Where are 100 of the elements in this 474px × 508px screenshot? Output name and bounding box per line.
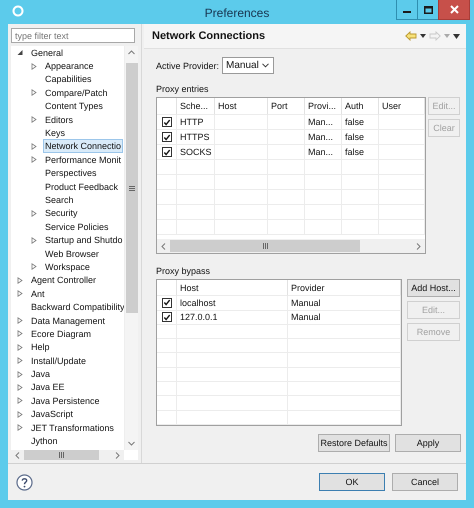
page-title: Network Connections [152,30,266,42]
table-cell: 127.0.0.1 [177,310,288,325]
triangle-icon[interactable] [17,397,23,404]
tree-item[interactable]: Jython [29,434,60,448]
table-cell [379,130,425,145]
tree-item[interactable]: Java EE [29,380,67,394]
checkbox[interactable] [162,312,172,322]
scrollbar[interactable] [157,239,425,253]
column-header[interactable]: User [379,98,425,115]
table-button[interactable]: Add Host... [407,279,460,297]
tree-item[interactable]: Search [43,193,76,207]
triangle-icon[interactable] [17,410,23,418]
caret-icon[interactable] [420,34,426,38]
dialog-button[interactable]: OK [319,473,385,491]
column-header[interactable]: Provi... [305,98,342,115]
tree-item[interactable]: Agent Controller [29,273,98,288]
triangle-icon[interactable] [31,62,37,70]
tree-item[interactable]: Java Persistence [29,394,102,408]
column-header[interactable]: Port [268,98,305,115]
menu-caret-icon[interactable] [453,34,460,38]
tree-item[interactable]: General [29,46,66,60]
table-cell [379,220,425,235]
tree-item[interactable]: Ant [29,286,47,301]
column-header[interactable]: Host [215,98,268,115]
checkbox[interactable] [162,132,172,142]
scroll-down-icon[interactable] [128,441,135,446]
tree-item[interactable]: Appearance [43,59,96,74]
tree-item[interactable]: Web Browser [43,246,101,261]
page-button[interactable]: Restore Defaults [318,434,390,452]
table-cell: SOCKS [177,145,215,160]
minimize-button[interactable] [396,0,418,20]
tree-item[interactable]: Performance Monit [43,152,124,167]
triangle-icon[interactable] [17,317,23,324]
triangle-icon[interactable] [17,424,23,432]
column-header[interactable]: Auth [342,98,379,115]
table-cell [157,175,177,190]
tree-item[interactable]: Content Types [43,99,105,114]
tree-item[interactable]: Java [29,367,52,382]
triangle-icon[interactable] [17,384,23,391]
scrollbar[interactable] [11,450,124,460]
tree-item[interactable]: Install/Update [29,354,88,368]
triangle-icon[interactable] [31,156,37,164]
tree-item[interactable]: Startup and Shutdo [43,233,124,248]
table-cell: false [342,130,379,145]
triangle-icon[interactable] [31,89,37,96]
tree-item[interactable]: Perspectives [43,166,99,180]
tree-item[interactable]: Help [29,340,52,354]
column-header[interactable]: Host [177,280,288,296]
dialog-button[interactable]: Cancel [392,473,458,491]
table-cell: false [342,115,379,130]
scroll-thumb[interactable] [170,240,360,252]
triangle-icon[interactable] [17,357,23,364]
tree-item[interactable]: Network Connectio [43,139,124,154]
table-cell: Man... [305,115,342,130]
tree-item[interactable]: Keys [43,126,68,140]
checkbox[interactable] [162,117,172,127]
triangle-icon[interactable] [31,116,37,124]
triangle-icon[interactable] [17,330,23,338]
scrollbar[interactable] [124,46,138,450]
table-cell: HTTP [177,115,215,130]
scroll-right-icon[interactable] [416,242,421,250]
triangle-icon[interactable] [17,344,23,351]
checkbox[interactable] [162,298,172,308]
tree-item[interactable]: Data Management [29,314,108,328]
triangle-icon[interactable] [31,210,37,217]
table-cell: Man... [305,130,342,145]
triangle-icon[interactable] [17,290,23,298]
triangle-icon[interactable] [31,263,37,270]
triangle-icon[interactable] [17,370,23,378]
triangle-icon[interactable] [17,49,23,56]
tree-item[interactable]: Ecore Diagram [29,326,94,341]
scroll-left-icon[interactable] [15,452,20,458]
column-header[interactable]: Provider [288,280,401,296]
tree-item[interactable]: Workspace [43,260,92,274]
triangle-icon[interactable] [17,276,23,284]
column-header[interactable]: Sche... [177,98,215,115]
tree-item[interactable]: Capabilities [43,72,94,86]
page-button[interactable]: Apply [395,434,461,452]
scroll-thumb[interactable] [24,450,99,460]
checkbox[interactable] [162,147,172,157]
tree-item[interactable]: Product Feedback [43,180,120,194]
table-cell [379,145,425,160]
tree-item[interactable]: Editors [43,112,76,127]
triangle-icon[interactable] [31,236,37,244]
tree-item[interactable]: Security [43,206,80,220]
table-cell [157,368,177,382]
tree-item[interactable]: Service Policies [43,220,111,234]
tree-item[interactable]: JET Transformations [29,420,116,435]
help-icon[interactable] [16,474,33,490]
close-button[interactable] [438,0,470,20]
provider-dropdown[interactable]: Manual [222,57,274,74]
table-cell [379,190,425,205]
scroll-right-icon[interactable] [115,452,120,458]
triangle-icon[interactable] [31,142,37,150]
tree-item[interactable]: Compare/Patch [43,86,110,100]
scroll-left-icon[interactable] [161,242,166,250]
scroll-thumb[interactable] [126,63,138,313]
filter-field[interactable]: type filter text [11,28,135,43]
scroll-up-icon[interactable] [128,50,135,55]
tree-item[interactable]: JavaScript [29,407,76,422]
